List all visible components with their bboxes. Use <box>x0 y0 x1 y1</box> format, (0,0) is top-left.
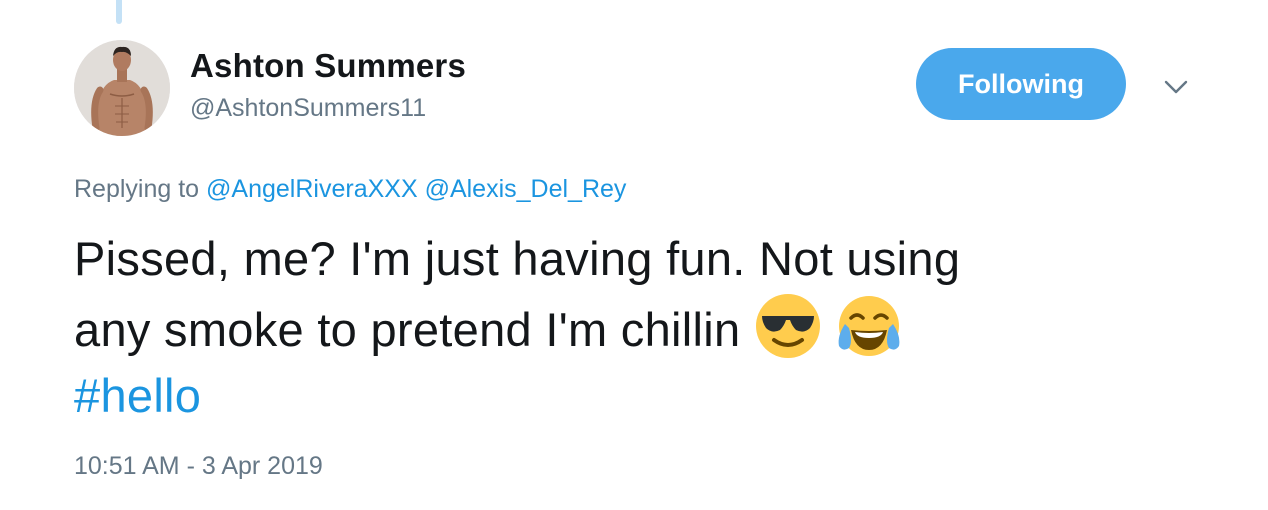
tweet-body: Pissed, me? I'm just having fun. Not usi… <box>74 226 1194 429</box>
reply-context: Replying to @AngelRiveraXXX @Alexis_Del_… <box>74 175 626 204</box>
reply-prefix: Replying to <box>74 175 200 203</box>
author-handle[interactable]: @AshtonSummers11 <box>190 94 426 123</box>
thread-connector-line <box>116 0 122 24</box>
mention-link[interactable]: @Alexis_Del_Rey <box>425 175 627 203</box>
hashtag-link[interactable]: #hello <box>74 369 201 422</box>
avatar[interactable] <box>74 40 170 136</box>
smiling-face-with-sunglasses-icon <box>754 292 822 360</box>
following-button[interactable]: Following <box>916 48 1126 120</box>
chevron-down-icon[interactable] <box>1160 74 1192 98</box>
tweet-text-line: any smoke to pretend I'm chillin <box>74 303 741 356</box>
author-display-name[interactable]: Ashton Summers <box>190 47 466 85</box>
face-with-tears-of-joy-icon <box>835 292 903 360</box>
tweet-timestamp[interactable]: 10:51 AM - 3 Apr 2019 <box>74 452 323 481</box>
mention-link[interactable]: @AngelRiveraXXX <box>206 175 418 203</box>
profile-photo <box>74 40 170 136</box>
tweet-text-line: Pissed, me? I'm just having fun. Not usi… <box>74 232 961 285</box>
